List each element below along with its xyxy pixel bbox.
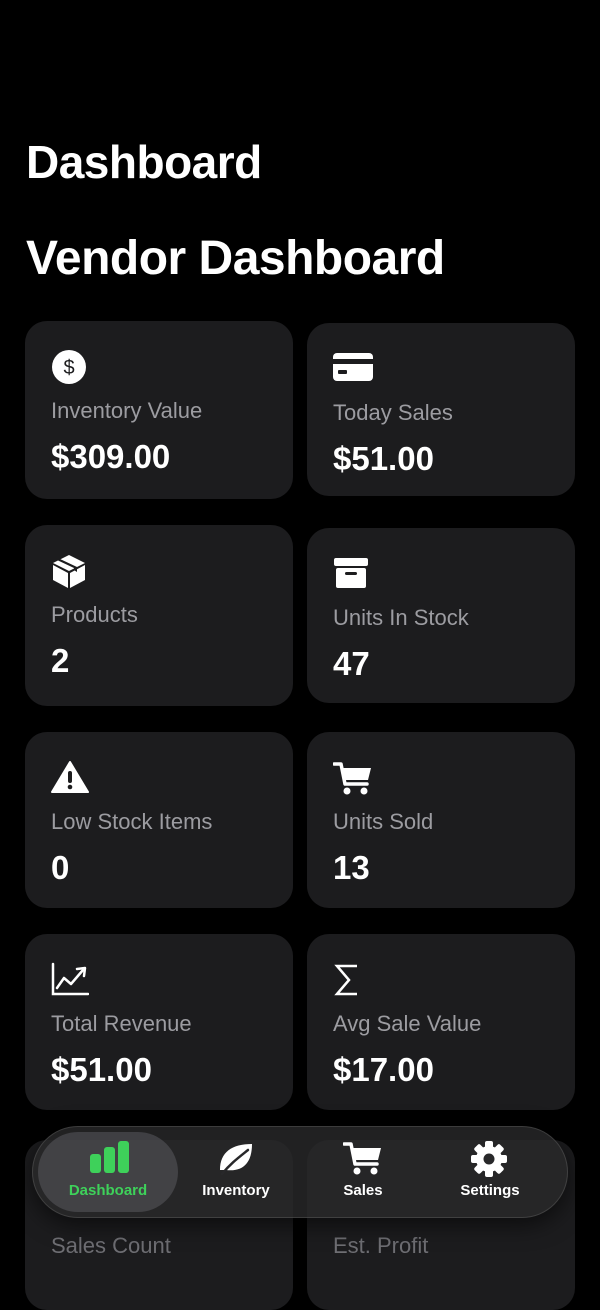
tab-label: Sales — [343, 1182, 383, 1199]
tab-label: Dashboard — [68, 1182, 148, 1199]
tab-bar: Dashboard Inventory Sales Settings — [32, 1126, 568, 1218]
card-units-sold: Units Sold 13 — [307, 732, 575, 908]
archive-box-icon — [333, 556, 373, 592]
card-label: Avg Sale Value — [333, 1011, 482, 1036]
page-title: Vendor Dashboard — [26, 232, 445, 285]
card-label: Est. Profit — [333, 1233, 429, 1258]
tab-settings[interactable]: Settings — [420, 1132, 560, 1212]
leaf-icon — [216, 1140, 256, 1176]
gear-icon — [470, 1140, 510, 1177]
cube-icon — [51, 553, 91, 589]
cart-icon — [343, 1140, 383, 1176]
card-units-in-stock: Units In Stock 47 — [307, 528, 575, 703]
tab-sales[interactable]: Sales — [293, 1132, 433, 1212]
card-value: $51.00 — [333, 440, 434, 477]
card-value: 13 — [333, 849, 370, 886]
card-label: Sales Count — [51, 1233, 171, 1258]
warning-triangle-icon — [51, 760, 91, 796]
bar-chart-icon — [88, 1140, 129, 1176]
card-value: 2 — [51, 642, 70, 679]
sigma-icon — [333, 962, 373, 998]
tab-label: Settings — [460, 1182, 520, 1199]
card-value: $51.00 — [51, 1051, 152, 1088]
tab-dashboard[interactable]: Dashboard — [38, 1132, 178, 1212]
card-label: Inventory Value — [51, 398, 203, 423]
nav-title: Dashboard — [26, 136, 262, 188]
card-value: 47 — [333, 645, 370, 682]
card-total-revenue: Total Revenue $51.00 — [25, 934, 293, 1110]
svg-text:$: $ — [63, 357, 74, 379]
cart-icon — [333, 760, 373, 796]
card-today-sales: Today Sales $51.00 — [307, 323, 575, 496]
tab-label: Inventory — [202, 1182, 270, 1199]
trend-chart-icon — [51, 962, 91, 998]
card-avg-sale-value: Avg Sale Value $17.00 — [307, 934, 575, 1110]
card-products: Products 2 — [25, 525, 293, 706]
dollar-circle-icon: $ — [51, 349, 91, 385]
card-label: Products — [51, 602, 138, 627]
card-value: $17.00 — [333, 1051, 434, 1088]
card-low-stock-items: Low Stock Items 0 — [25, 732, 293, 908]
card-value: $309.00 — [51, 438, 171, 475]
tab-inventory[interactable]: Inventory — [166, 1132, 306, 1212]
card-label: Units In Stock — [333, 605, 469, 630]
card-label: Low Stock Items — [51, 809, 213, 834]
card-label: Units Sold — [333, 809, 434, 834]
card-label: Total Revenue — [51, 1011, 192, 1036]
credit-card-icon — [333, 351, 373, 387]
card-inventory-value: $ Inventory Value $309.00 — [25, 321, 293, 499]
card-value: 0 — [51, 849, 70, 886]
card-label: Today Sales — [333, 400, 453, 425]
